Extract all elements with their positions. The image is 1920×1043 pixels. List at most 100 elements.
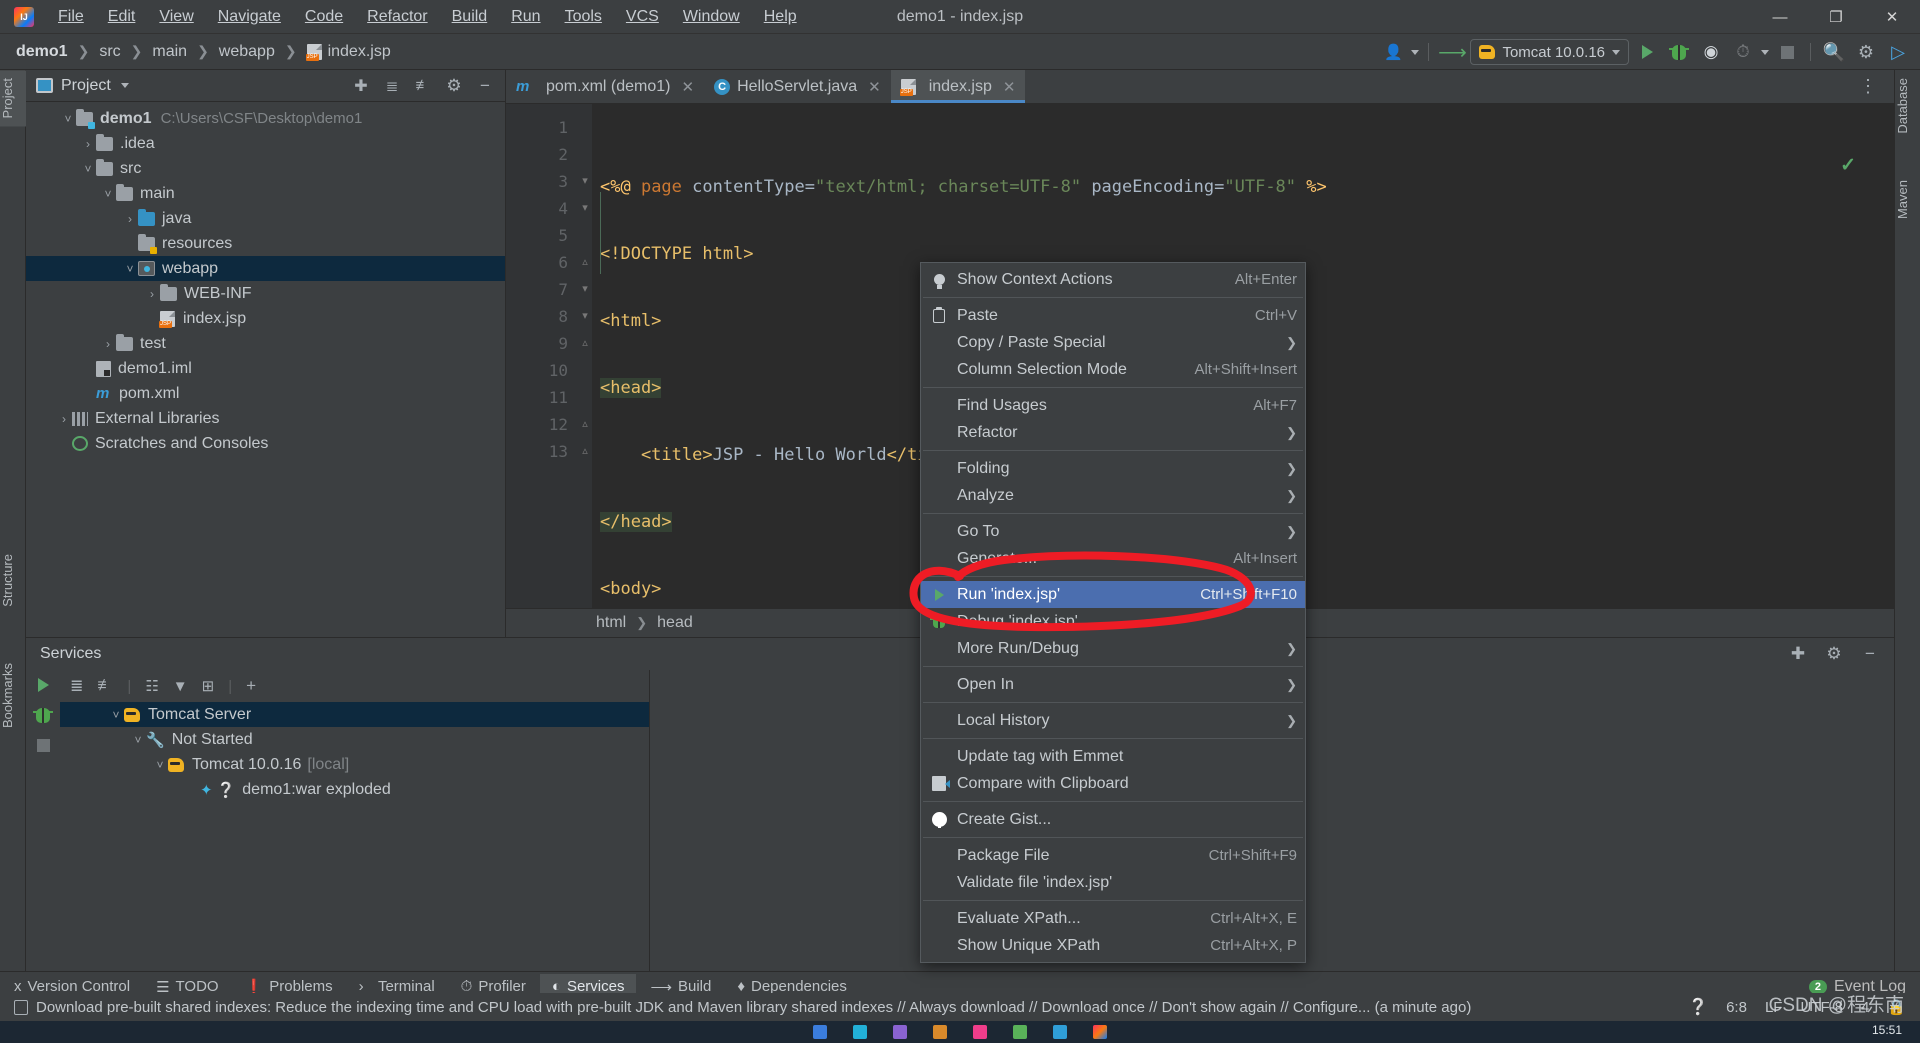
fold-marker[interactable]: ▵ (578, 249, 592, 276)
tree-item-scratches[interactable]: Scratches and Consoles (26, 431, 505, 456)
tree-item-webinf[interactable]: › WEB-INF (26, 281, 505, 306)
fold-marker[interactable]: ▾ (578, 168, 592, 195)
tree-item-demo1[interactable]: ˅ demo1 C:\Users\CSF\Desktop\demo1 (26, 106, 505, 131)
stop-button[interactable] (1773, 39, 1801, 65)
tree-item-test[interactable]: › test (26, 331, 505, 356)
menu-edit[interactable]: Edit (96, 4, 148, 30)
menu-vcs[interactable]: VCS (614, 4, 671, 30)
ctx-validate-file[interactable]: Validate file 'index.jsp' (921, 869, 1305, 896)
breadcrumb-indexjsp[interactable]: index.jsp (303, 41, 395, 63)
ctx-column-selection-mode[interactable]: Column Selection Mode Alt+Shift+Insert (921, 356, 1305, 383)
stripe-button-database[interactable]: Database (1895, 70, 1920, 142)
chevron-right-icon[interactable]: › (80, 137, 96, 151)
debug-button[interactable] (1665, 39, 1693, 65)
settings-gear-icon[interactable]: ⚙ (1852, 39, 1880, 65)
ctx-open-in[interactable]: Open In ❯ (921, 671, 1305, 698)
services-settings-gear-icon[interactable]: ⚙ (1820, 641, 1848, 667)
chevron-down-icon[interactable]: ˅ (130, 733, 146, 747)
ctx-run-index-jsp[interactable]: Run 'index.jsp' Ctrl+Shift+F10 (921, 581, 1305, 608)
add-service-icon[interactable]: + (246, 676, 256, 696)
run-with-coverage-button[interactable]: ◉ (1697, 39, 1725, 65)
chevron-right-icon[interactable]: › (56, 412, 72, 426)
editor-breadcrumb-html[interactable]: html (596, 614, 626, 632)
editor-options-icon[interactable]: ⋮ (1854, 74, 1882, 100)
collapse-all-icon[interactable]: ≢ (409, 73, 437, 99)
taskbar-icon-app2[interactable] (973, 1025, 987, 1039)
menu-navigate[interactable]: Navigate (206, 4, 293, 30)
ctx-refactor[interactable]: Refactor ❯ (921, 419, 1305, 446)
ctx-update-tag-with-emmet[interactable]: Update tag with Emmet (921, 743, 1305, 770)
ctx-folding[interactable]: Folding ❯ (921, 455, 1305, 482)
search-everywhere-button[interactable]: 🔍 (1820, 39, 1848, 65)
tree-item-idea[interactable]: › .idea (26, 131, 505, 156)
menu-build[interactable]: Build (440, 4, 500, 30)
menu-window[interactable]: Window (671, 4, 752, 30)
tab-pom-xml[interactable]: m pom.xml (demo1) ✕ (506, 70, 704, 103)
ctx-analyze[interactable]: Analyze ❯ (921, 482, 1305, 509)
fold-marker[interactable]: ▵ (578, 438, 592, 465)
collapse-all-icon[interactable]: ≢ (97, 677, 113, 695)
ctx-evaluate-xpath[interactable]: Evaluate XPath... Ctrl+Alt+X, E (921, 905, 1305, 932)
build-hammer-icon[interactable]: ⟶ (1438, 39, 1467, 65)
account-chevron-down-icon[interactable] (1411, 49, 1420, 55)
services-hide-icon[interactable]: − (1856, 641, 1884, 667)
add-tab-icon[interactable]: ⊞ (202, 677, 215, 695)
group-by-icon[interactable]: ☷ (145, 677, 158, 695)
menu-run[interactable]: Run (499, 4, 552, 30)
taskbar-icon-explorer[interactable] (893, 1025, 907, 1039)
breadcrumb-src[interactable]: src (95, 41, 124, 63)
inspection-status-icon[interactable]: ✓ (1840, 154, 1856, 177)
tree-item-resources[interactable]: resources (26, 231, 505, 256)
ctx-package-file[interactable]: Package File Ctrl+Shift+F9 (921, 842, 1305, 869)
fold-marker[interactable]: ▾ (578, 303, 592, 330)
ctx-generate[interactable]: Generate... Alt+Insert (921, 545, 1305, 572)
menu-view[interactable]: View (147, 4, 205, 30)
menu-code[interactable]: Code (293, 4, 355, 30)
ctx-compare-with-clipboard[interactable]: Compare with Clipboard (921, 770, 1305, 797)
tree-item-java[interactable]: › java (26, 206, 505, 231)
tab-helloservlet-java[interactable]: C HelloServlet.java ✕ (704, 70, 891, 103)
taskbar-icon-intellij[interactable] (1093, 1025, 1107, 1039)
tree-item-external-libraries[interactable]: › External Libraries (26, 406, 505, 431)
stripe-button-bookmarks[interactable]: Bookmarks (0, 655, 26, 736)
stripe-button-maven[interactable]: Maven (1895, 172, 1920, 227)
menu-tools[interactable]: Tools (553, 4, 614, 30)
ctx-show-context-actions[interactable]: Show Context Actions Alt+Enter (921, 266, 1305, 293)
code-folding-gutter[interactable]: ▾ ▾ ▵ ▾ ▾ ▵ ▵ ▵ (578, 104, 592, 637)
project-settings-gear-icon[interactable]: ⚙ (440, 73, 468, 99)
chevron-right-icon[interactable]: › (144, 287, 160, 301)
chevron-down-icon[interactable]: ˅ (108, 708, 124, 722)
fold-marker[interactable]: ▾ (578, 276, 592, 303)
chevron-down-icon[interactable]: ˅ (152, 758, 168, 772)
ctx-find-usages[interactable]: Find Usages Alt+F7 (921, 392, 1305, 419)
maximize-button[interactable]: ❐ (1808, 0, 1864, 34)
select-opened-file-icon[interactable]: ✚ (347, 73, 375, 99)
tree-item-src[interactable]: ˅ src (26, 156, 505, 181)
breadcrumb-main[interactable]: main (148, 41, 191, 63)
run-button[interactable] (1633, 39, 1661, 65)
services-item-war-exploded[interactable]: ✦ ❔ demo1:war exploded (60, 777, 649, 802)
expand-all-icon[interactable]: ≣ (70, 676, 83, 696)
editor-breadcrumb-head[interactable]: head (657, 614, 693, 632)
menu-file[interactable]: File (46, 4, 96, 30)
stripe-button-structure[interactable]: Structure (0, 546, 26, 615)
close-button[interactable]: ✕ (1864, 0, 1920, 34)
project-view-chevron-down-icon[interactable] (120, 83, 129, 88)
stripe-button-project[interactable]: Project (0, 70, 26, 127)
profiler-chevron-down-icon[interactable] (1761, 49, 1769, 55)
editor-scrollbar[interactable] (1880, 138, 1894, 637)
menu-help[interactable]: Help (752, 4, 809, 30)
menu-refactor[interactable]: Refactor (355, 4, 439, 30)
services-debug-icon[interactable] (33, 708, 53, 723)
taskbar-icon-edge[interactable] (853, 1025, 867, 1039)
chevron-down-icon[interactable]: ˅ (80, 162, 96, 176)
user-account-icon[interactable]: 👤 (1379, 39, 1407, 65)
taskbar-icon-app4[interactable] (1053, 1025, 1067, 1039)
filter-icon[interactable]: ▼ (173, 678, 188, 695)
chevron-down-icon[interactable]: ˅ (100, 187, 116, 201)
tab-index-jsp[interactable]: index.jsp ✕ (890, 70, 1026, 103)
breadcrumb-webapp[interactable]: webapp (215, 41, 279, 63)
chevron-right-icon[interactable]: › (100, 337, 116, 351)
expand-all-icon[interactable]: ≣ (378, 73, 406, 99)
minimize-button[interactable]: — (1752, 0, 1808, 34)
